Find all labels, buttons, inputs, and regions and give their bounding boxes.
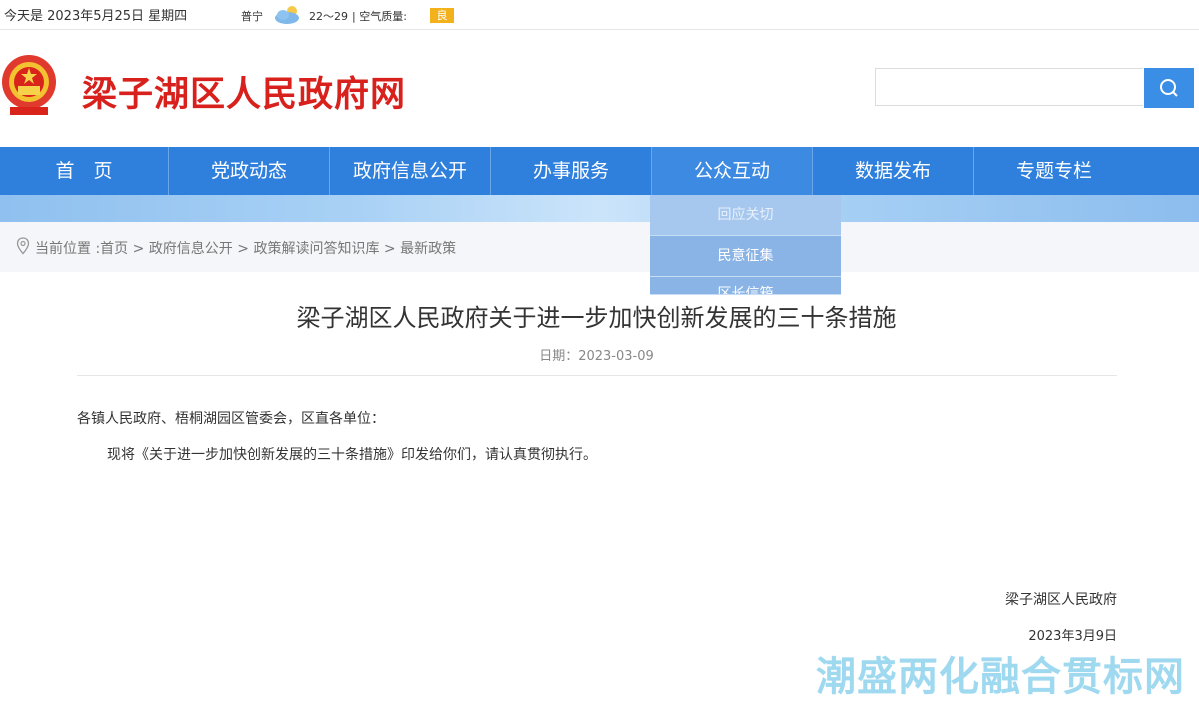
search-input[interactable] [875, 68, 1143, 106]
article-signature-date: 2023年3月9日 [1028, 629, 1117, 644]
weather-city: 普宁 [241, 10, 263, 23]
article-date: 日期：2023-03-09 [539, 349, 654, 364]
article-salutation: 各镇人民政府、梧桐湖园区管委会，区直各单位： [77, 411, 385, 427]
temperature: 22～29 [309, 10, 348, 23]
dropdown-item-response[interactable]: 回应关切 [650, 195, 841, 236]
decorative-banner [0, 195, 1199, 222]
breadcrumb-separator: > [232, 241, 254, 257]
site-title[interactable]: 梁子湖区人民政府网 [82, 66, 406, 117]
divider [77, 375, 1117, 376]
article-title: 梁子湖区人民政府关于进一步加快创新发展的三十条措施 [296, 304, 897, 332]
breadcrumb-prefix: 当前位置 : [35, 241, 101, 257]
top-info-bar: 今天是 2023年5月25日 星期四 普宁 22～29 | 空气质量: 良 [0, 0, 1199, 30]
breadcrumb-separator: > [128, 241, 149, 257]
nav-gov-info[interactable]: 政府信息公开 [329, 147, 490, 195]
article-signature-org: 梁子湖区人民政府 [1005, 592, 1117, 608]
nav-home[interactable]: 首 页 [0, 147, 168, 195]
dropdown-item-mailbox[interactable]: 区长信箱 [650, 277, 841, 295]
search-icon [1160, 79, 1178, 97]
nav-public-interaction[interactable]: 公众互动 [651, 147, 812, 195]
nav-topics[interactable]: 专题专栏 [973, 147, 1134, 195]
nav-dropdown-menu: 回应关切 民意征集 区长信箱 [650, 195, 841, 295]
nav-services[interactable]: 办事服务 [490, 147, 651, 195]
air-quality-badge: 良 [430, 8, 454, 23]
breadcrumb-separator: > [379, 241, 401, 257]
dropdown-item-opinion[interactable]: 民意征集 [650, 236, 841, 277]
main-nav: 首 页 党政动态 政府信息公开 办事服务 公众互动 数据发布 专题专栏 [0, 147, 1199, 195]
breadcrumb-home[interactable]: 首页 [100, 241, 128, 257]
watermark: 潮盛两化融合贯标网 [816, 654, 1185, 700]
search-button[interactable] [1144, 68, 1194, 108]
breadcrumb-policy-qa[interactable]: 政策解读问答知识库 [253, 241, 379, 257]
cloud-sun-icon [275, 6, 299, 24]
article-body: 现将《关于进一步加快创新发展的三十条措施》印发给你们，请认真贯彻执行。 [107, 447, 597, 463]
national-emblem-logo[interactable] [0, 52, 58, 118]
breadcrumb-gov-info[interactable]: 政府信息公开 [149, 241, 233, 257]
current-date: 今天是 2023年5月25日 星期四 [4, 9, 188, 24]
breadcrumb-latest-policy[interactable]: 最新政策 [400, 241, 456, 257]
breadcrumb: 当前位置 :首页 > 政府信息公开 > 政策解读问答知识库 > 最新政策 [0, 222, 1199, 272]
nav-data-release[interactable]: 数据发布 [812, 147, 973, 195]
air-quality-label: | 空气质量: [352, 10, 407, 23]
nav-party-news[interactable]: 党政动态 [168, 147, 329, 195]
location-pin-icon [16, 237, 30, 255]
